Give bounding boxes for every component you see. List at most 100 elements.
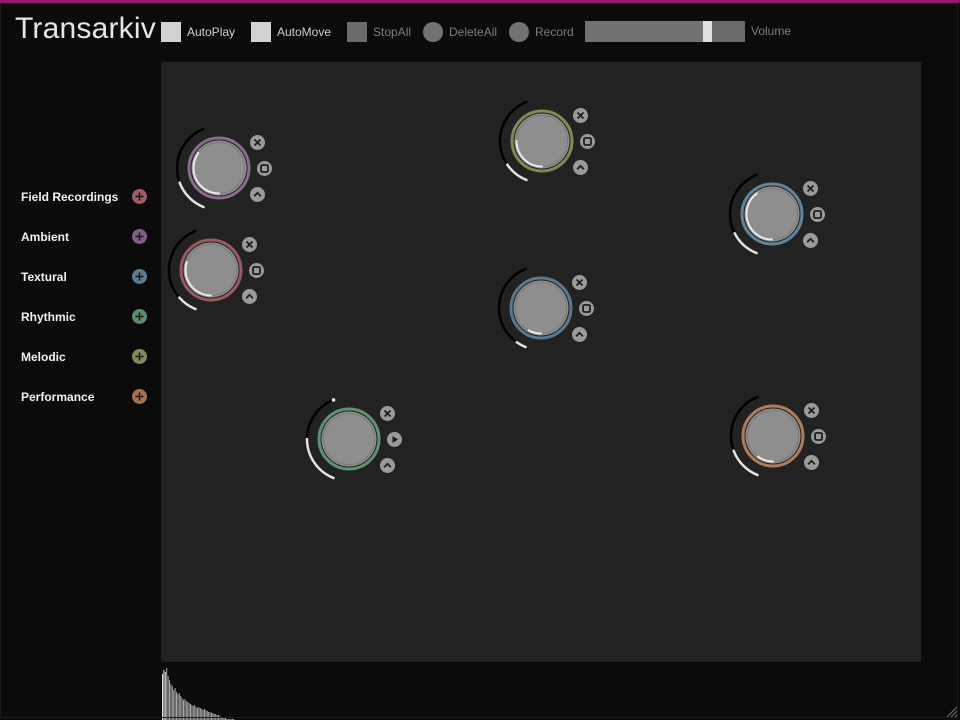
category-performance: Performance (21, 387, 151, 407)
record-circle[interactable] (509, 21, 529, 42)
waveform-bar (177, 694, 179, 720)
close-icon[interactable] (572, 107, 588, 123)
add-ambient-icon[interactable] (132, 229, 147, 244)
stop-icon[interactable] (256, 160, 272, 176)
waveform-bar (191, 705, 193, 720)
record-button[interactable]: Record (509, 21, 574, 42)
deleteall-button[interactable]: DeleteAll (423, 21, 497, 42)
waveform-bar (197, 708, 198, 720)
close-icon[interactable] (803, 402, 819, 418)
add-textural-icon[interactable] (132, 269, 147, 284)
waveform-bar (194, 705, 196, 720)
player-textural[interactable] (496, 258, 616, 358)
volume-handle[interactable] (703, 21, 712, 42)
waveform-bar (216, 715, 218, 720)
player-knob[interactable] (321, 411, 377, 467)
chevron-up-icon[interactable] (802, 232, 818, 248)
close-icon[interactable] (241, 236, 257, 252)
player-knob[interactable] (514, 113, 570, 169)
volume-fill (585, 21, 703, 42)
volume-slider[interactable] (585, 21, 745, 42)
add-performance-icon[interactable] (132, 389, 147, 404)
close-icon[interactable] (249, 134, 265, 150)
stop-icon[interactable] (579, 133, 595, 149)
autoplay-label: AutoPlay (187, 24, 236, 39)
automove-checkbox[interactable] (251, 21, 271, 42)
waveform-bar (162, 674, 163, 720)
chevron-up-icon[interactable] (571, 326, 587, 342)
autoplay-checkbox[interactable] (161, 21, 181, 42)
add-rhythmic-icon[interactable] (132, 309, 147, 324)
chevron-up-icon[interactable] (249, 186, 265, 202)
waveform-bar (195, 707, 197, 720)
waveform-bar (211, 713, 212, 720)
autoplay-toggle[interactable]: AutoPlay (161, 21, 235, 42)
record-label: Record (535, 24, 574, 39)
waveform-bar (219, 716, 221, 720)
close-icon[interactable] (379, 405, 395, 421)
waveform-bar (188, 703, 190, 720)
waveform-bar (167, 676, 169, 720)
waveform-bar (166, 668, 168, 720)
play-icon[interactable] (386, 431, 402, 447)
player-performance[interactable] (728, 386, 848, 486)
player-knob[interactable] (183, 242, 239, 298)
waveform-bar (174, 688, 176, 720)
category-label: Melodic (21, 350, 66, 364)
stop-icon[interactable] (809, 206, 825, 222)
waveform-bar (170, 684, 172, 720)
player-textural[interactable] (727, 164, 847, 264)
window-accent-bar (0, 0, 960, 3)
waveform-bar (180, 696, 182, 720)
stopall-box[interactable] (347, 21, 367, 42)
player-knob[interactable] (513, 280, 569, 336)
category-field-recordings: Field Recordings (21, 187, 151, 207)
player-field-recordings[interactable] (166, 220, 286, 320)
chevron-up-icon[interactable] (572, 159, 588, 175)
chevron-up-icon[interactable] (379, 457, 395, 473)
waveform-display (162, 668, 235, 720)
waveform-bar (198, 707, 200, 720)
category-rhythmic: Rhythmic (21, 307, 151, 327)
automove-toggle[interactable]: AutoMove (251, 21, 331, 42)
close-icon[interactable] (571, 274, 587, 290)
chevron-up-icon[interactable] (803, 454, 819, 470)
waveform-bar (178, 693, 180, 720)
volume-arc-level (178, 296, 197, 311)
player-melodic[interactable] (497, 91, 617, 191)
volume-marker (331, 398, 336, 402)
waveform-bar (201, 709, 203, 720)
player-knob[interactable] (191, 140, 247, 196)
category-label: Textural (21, 270, 67, 284)
add-field-recordings-icon[interactable] (132, 189, 147, 204)
waveform-bar (206, 711, 208, 720)
player-rhythmic[interactable] (304, 389, 424, 489)
player-knob[interactable] (745, 408, 801, 464)
volume-arc-level (506, 163, 528, 182)
player-ambient[interactable] (174, 118, 294, 218)
player-knob[interactable] (744, 186, 800, 242)
waveform-bar (169, 680, 170, 720)
stop-icon[interactable] (578, 300, 594, 316)
waveform-bar (204, 709, 205, 720)
category-ambient: Ambient (21, 227, 151, 247)
waveform-bar (163, 670, 165, 720)
category-label: Performance (21, 390, 95, 404)
deleteall-label: DeleteAll (449, 24, 498, 39)
waveform-bar (164, 672, 166, 720)
automove-label: AutoMove (277, 24, 332, 39)
stopall-button[interactable]: StopAll (347, 21, 411, 42)
stop-icon[interactable] (810, 428, 826, 444)
deleteall-circle[interactable] (423, 21, 443, 42)
category-melodic: Melodic (21, 347, 151, 367)
add-melodic-icon[interactable] (132, 349, 147, 364)
stop-icon[interactable] (248, 262, 264, 278)
category-label: Rhythmic (21, 310, 76, 324)
resize-grip-icon[interactable] (946, 706, 958, 718)
waveform-bar (184, 699, 186, 720)
close-icon[interactable] (802, 180, 818, 196)
waveform-bar (199, 708, 201, 720)
waveform-bar (213, 714, 215, 720)
waveform-bar (218, 715, 219, 720)
chevron-up-icon[interactable] (241, 288, 257, 304)
